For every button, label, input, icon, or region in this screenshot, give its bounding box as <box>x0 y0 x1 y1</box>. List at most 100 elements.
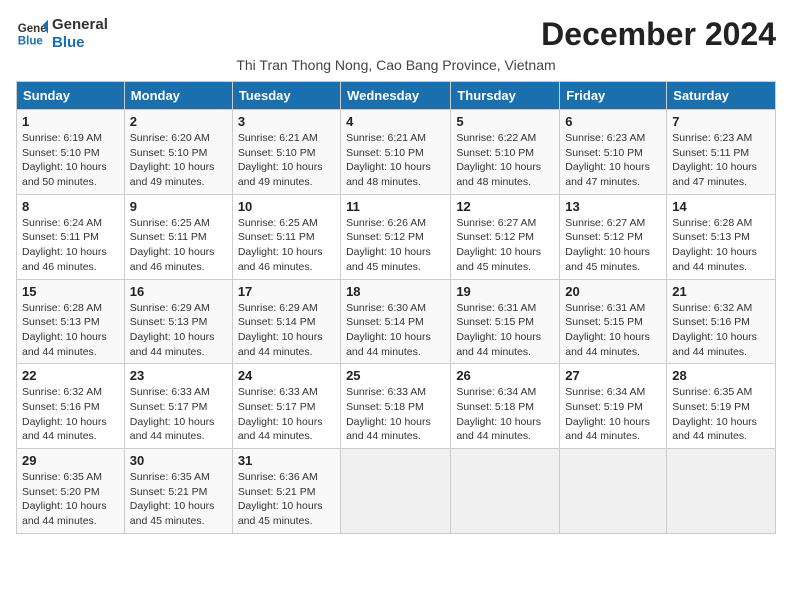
calendar-cell: 18 Sunrise: 6:30 AM Sunset: 5:14 PM Dayli… <box>341 279 451 364</box>
calendar-cell <box>667 449 776 534</box>
day-number: 10 <box>238 199 335 214</box>
day-info: Sunrise: 6:29 AM Sunset: 5:13 PM Dayligh… <box>130 301 227 360</box>
calendar-cell: 25 Sunrise: 6:33 AM Sunset: 5:18 PM Dayli… <box>341 364 451 449</box>
day-number: 21 <box>672 284 770 299</box>
calendar-cell: 13 Sunrise: 6:27 AM Sunset: 5:12 PM Dayli… <box>560 194 667 279</box>
day-info: Sunrise: 6:28 AM Sunset: 5:13 PM Dayligh… <box>22 301 119 360</box>
calendar-cell: 24 Sunrise: 6:33 AM Sunset: 5:17 PM Dayli… <box>232 364 340 449</box>
calendar-cell: 1 Sunrise: 6:19 AM Sunset: 5:10 PM Daylig… <box>17 110 125 195</box>
col-header-tuesday: Tuesday <box>232 82 340 110</box>
calendar-cell: 23Sunrise: 6:33 AM Sunset: 5:17 PM Dayli… <box>124 364 232 449</box>
title-area: December 2024 <box>541 16 776 53</box>
day-number: 18 <box>346 284 445 299</box>
day-info: Sunrise: 6:32 AM Sunset: 5:16 PM Dayligh… <box>22 385 119 444</box>
day-number: 8 <box>22 199 119 214</box>
day-info: Sunrise: 6:34 AM Sunset: 5:19 PM Dayligh… <box>565 385 661 444</box>
day-info: Sunrise: 6:26 AM Sunset: 5:12 PM Dayligh… <box>346 216 445 275</box>
day-number: 5 <box>456 114 554 129</box>
day-info: Sunrise: 6:28 AM Sunset: 5:13 PM Dayligh… <box>672 216 770 275</box>
month-title: December 2024 <box>541 16 776 53</box>
day-number: 13 <box>565 199 661 214</box>
day-info: Sunrise: 6:31 AM Sunset: 5:15 PM Dayligh… <box>565 301 661 360</box>
day-info: Sunrise: 6:33 AM Sunset: 5:17 PM Dayligh… <box>238 385 335 444</box>
day-info: Sunrise: 6:30 AM Sunset: 5:14 PM Dayligh… <box>346 301 445 360</box>
calendar-cell <box>451 449 560 534</box>
day-info: Sunrise: 6:20 AM Sunset: 5:10 PM Dayligh… <box>130 131 227 190</box>
day-number: 4 <box>346 114 445 129</box>
calendar-cell <box>560 449 667 534</box>
calendar-cell: 16 Sunrise: 6:29 AM Sunset: 5:13 PM Dayli… <box>124 279 232 364</box>
logo-line1: General <box>52 16 108 34</box>
day-info: Sunrise: 6:36 AM Sunset: 5:21 PM Dayligh… <box>238 470 335 529</box>
calendar-cell: 29 Sunrise: 6:35 AM Sunset: 5:20 PM Dayli… <box>17 449 125 534</box>
day-number: 16 <box>130 284 227 299</box>
week-row-1: 1 Sunrise: 6:19 AM Sunset: 5:10 PM Daylig… <box>17 110 776 195</box>
col-header-saturday: Saturday <box>667 82 776 110</box>
calendar-cell: 15 Sunrise: 6:28 AM Sunset: 5:13 PM Dayli… <box>17 279 125 364</box>
day-number: 7 <box>672 114 770 129</box>
calendar-cell <box>341 449 451 534</box>
day-info: Sunrise: 6:29 AM Sunset: 5:14 PM Dayligh… <box>238 301 335 360</box>
day-number: 1 <box>22 114 119 129</box>
day-number: 19 <box>456 284 554 299</box>
calendar-cell: 17 Sunrise: 6:29 AM Sunset: 5:14 PM Dayli… <box>232 279 340 364</box>
day-number: 14 <box>672 199 770 214</box>
day-info: Sunrise: 6:24 AM Sunset: 5:11 PM Dayligh… <box>22 216 119 275</box>
header: General Blue General Blue December 2024 <box>16 16 776 53</box>
calendar-cell: 6Sunrise: 6:23 AM Sunset: 5:10 PM Daylig… <box>560 110 667 195</box>
day-info: Sunrise: 6:35 AM Sunset: 5:20 PM Dayligh… <box>22 470 119 529</box>
calendar-table: SundayMondayTuesdayWednesdayThursdayFrid… <box>16 81 776 534</box>
day-number: 28 <box>672 368 770 383</box>
day-info: Sunrise: 6:34 AM Sunset: 5:18 PM Dayligh… <box>456 385 554 444</box>
day-info: Sunrise: 6:27 AM Sunset: 5:12 PM Dayligh… <box>456 216 554 275</box>
calendar-cell: 20 Sunrise: 6:31 AM Sunset: 5:15 PM Dayli… <box>560 279 667 364</box>
calendar-cell: 30Sunrise: 6:35 AM Sunset: 5:21 PM Dayli… <box>124 449 232 534</box>
day-info: Sunrise: 6:33 AM Sunset: 5:18 PM Dayligh… <box>346 385 445 444</box>
calendar-cell: 7Sunrise: 6:23 AM Sunset: 5:11 PM Daylig… <box>667 110 776 195</box>
calendar-cell: 10 Sunrise: 6:25 AM Sunset: 5:11 PM Dayli… <box>232 194 340 279</box>
calendar-cell: 26Sunrise: 6:34 AM Sunset: 5:18 PM Dayli… <box>451 364 560 449</box>
col-header-sunday: Sunday <box>17 82 125 110</box>
day-info: Sunrise: 6:25 AM Sunset: 5:11 PM Dayligh… <box>130 216 227 275</box>
week-row-3: 15 Sunrise: 6:28 AM Sunset: 5:13 PM Dayli… <box>17 279 776 364</box>
day-info: Sunrise: 6:21 AM Sunset: 5:10 PM Dayligh… <box>238 131 335 190</box>
week-row-2: 8 Sunrise: 6:24 AM Sunset: 5:11 PM Daylig… <box>17 194 776 279</box>
calendar-cell: 12Sunrise: 6:27 AM Sunset: 5:12 PM Dayli… <box>451 194 560 279</box>
day-number: 31 <box>238 453 335 468</box>
day-info: Sunrise: 6:19 AM Sunset: 5:10 PM Dayligh… <box>22 131 119 190</box>
calendar-cell: 3 Sunrise: 6:21 AM Sunset: 5:10 PM Daylig… <box>232 110 340 195</box>
calendar-cell: 14 Sunrise: 6:28 AM Sunset: 5:13 PM Dayli… <box>667 194 776 279</box>
day-info: Sunrise: 6:27 AM Sunset: 5:12 PM Dayligh… <box>565 216 661 275</box>
day-number: 24 <box>238 368 335 383</box>
day-info: Sunrise: 6:32 AM Sunset: 5:16 PM Dayligh… <box>672 301 770 360</box>
day-number: 9 <box>130 199 227 214</box>
day-number: 23 <box>130 368 227 383</box>
calendar-cell: 5Sunrise: 6:22 AM Sunset: 5:10 PM Daylig… <box>451 110 560 195</box>
week-row-4: 22Sunrise: 6:32 AM Sunset: 5:16 PM Dayli… <box>17 364 776 449</box>
col-header-wednesday: Wednesday <box>341 82 451 110</box>
day-info: Sunrise: 6:35 AM Sunset: 5:19 PM Dayligh… <box>672 385 770 444</box>
day-number: 17 <box>238 284 335 299</box>
calendar-cell: 19Sunrise: 6:31 AM Sunset: 5:15 PM Dayli… <box>451 279 560 364</box>
calendar-cell: 27 Sunrise: 6:34 AM Sunset: 5:19 PM Dayli… <box>560 364 667 449</box>
day-info: Sunrise: 6:21 AM Sunset: 5:10 PM Dayligh… <box>346 131 445 190</box>
day-number: 29 <box>22 453 119 468</box>
day-number: 15 <box>22 284 119 299</box>
logo-icon: General Blue <box>16 18 48 50</box>
calendar-cell: 31 Sunrise: 6:36 AM Sunset: 5:21 PM Dayli… <box>232 449 340 534</box>
day-number: 25 <box>346 368 445 383</box>
day-number: 2 <box>130 114 227 129</box>
svg-text:Blue: Blue <box>18 36 44 48</box>
calendar-cell: 21 Sunrise: 6:32 AM Sunset: 5:16 PM Dayli… <box>667 279 776 364</box>
col-header-friday: Friday <box>560 82 667 110</box>
calendar-cell: 4 Sunrise: 6:21 AM Sunset: 5:10 PM Daylig… <box>341 110 451 195</box>
day-info: Sunrise: 6:25 AM Sunset: 5:11 PM Dayligh… <box>238 216 335 275</box>
day-number: 30 <box>130 453 227 468</box>
day-number: 20 <box>565 284 661 299</box>
day-number: 3 <box>238 114 335 129</box>
calendar-cell: 22Sunrise: 6:32 AM Sunset: 5:16 PM Dayli… <box>17 364 125 449</box>
header-row: SundayMondayTuesdayWednesdayThursdayFrid… <box>17 82 776 110</box>
logo: General Blue General Blue <box>16 16 108 52</box>
day-number: 27 <box>565 368 661 383</box>
subtitle: Thi Tran Thong Nong, Cao Bang Province, … <box>16 57 776 73</box>
